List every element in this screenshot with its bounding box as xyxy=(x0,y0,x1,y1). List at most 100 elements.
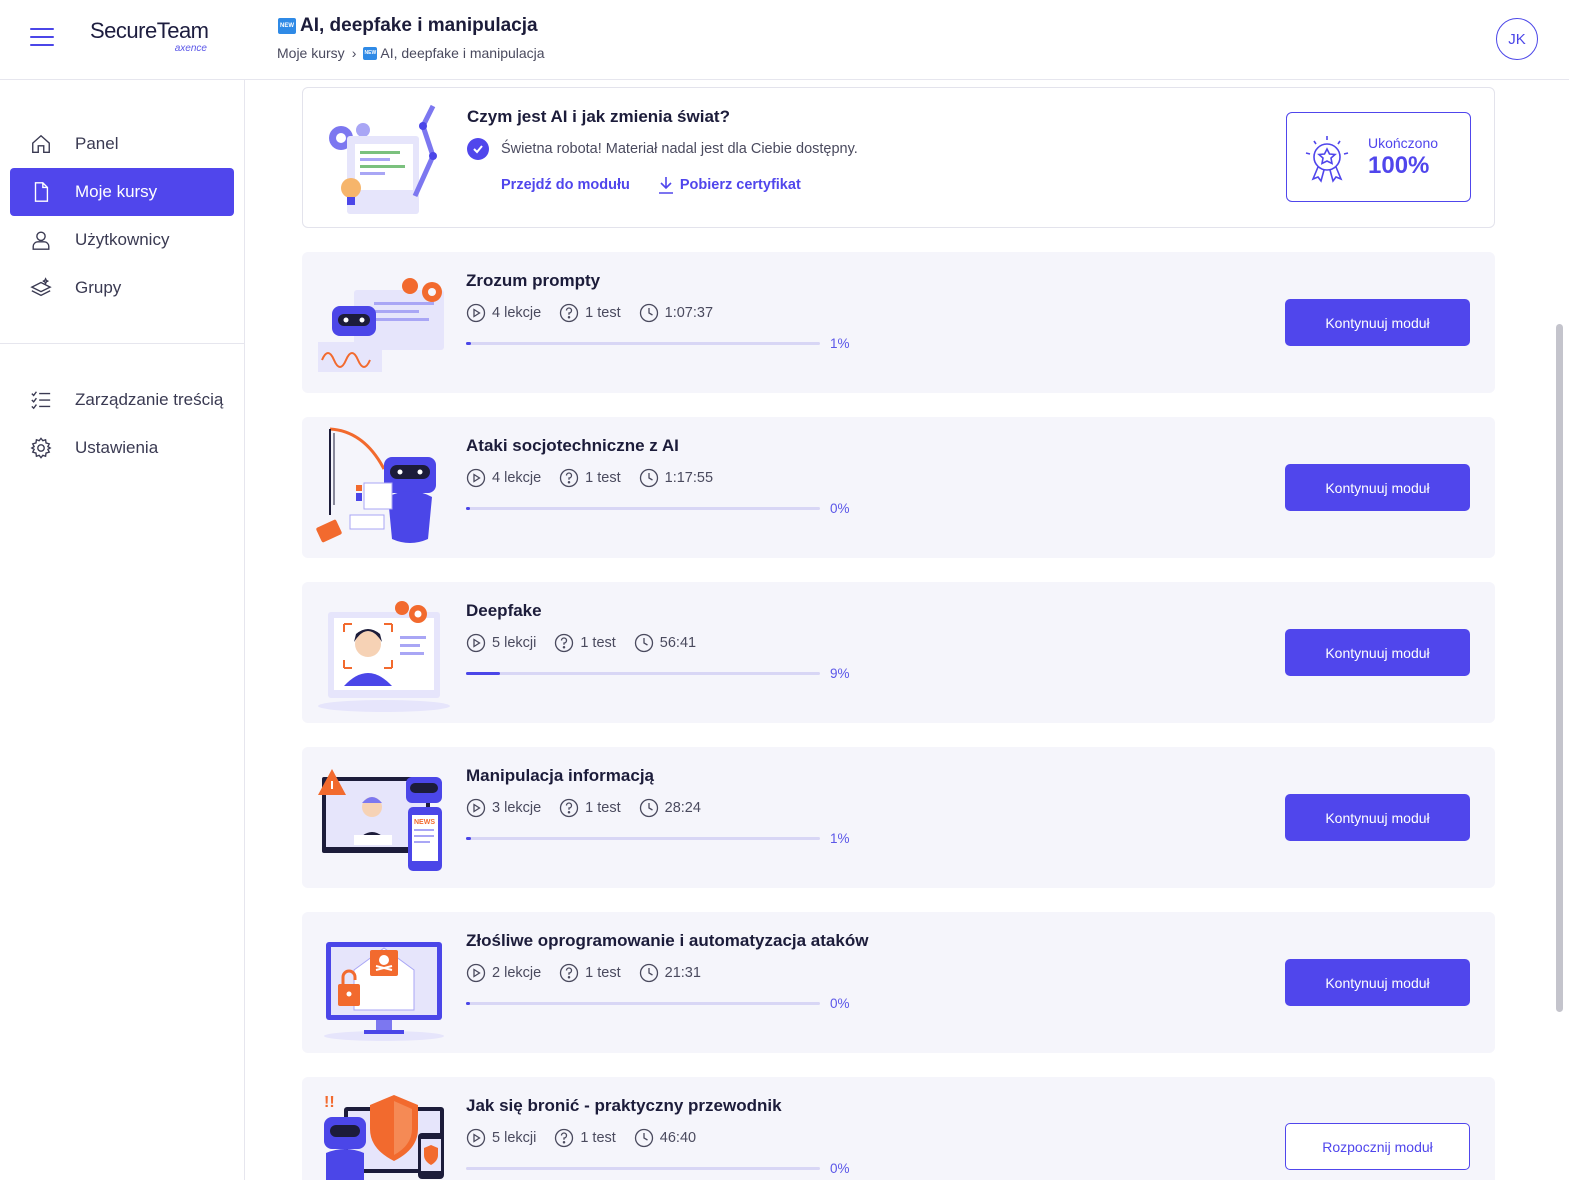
duration-label: 56:41 xyxy=(659,635,697,651)
layers-icon xyxy=(30,277,52,297)
lessons-count: 3 lekcje xyxy=(466,798,541,818)
module-card: Deepfake 5 lekcji 1 test 56:41 9% Kontyn… xyxy=(302,582,1495,723)
download-certificate-label: Pobierz certyfikat xyxy=(679,177,801,193)
logo-sub: axence xyxy=(174,43,207,54)
tests-count: 1 test xyxy=(554,633,616,653)
completed-badge: Ukończono 100% xyxy=(1286,112,1471,202)
hamburger-icon[interactable] xyxy=(30,28,54,48)
continue-module-button[interactable]: Kontynuuj moduł xyxy=(1285,629,1470,676)
start-module-button[interactable]: Rozpocznij moduł xyxy=(1285,1123,1470,1170)
module-title: Jak się bronić - praktyczny przewodnik xyxy=(466,1096,782,1115)
module-card: NEWS Manipulacja informacją 3 lekcje 1 t… xyxy=(302,747,1495,888)
module-meta: 4 lekcje 1 test 1:17:55 xyxy=(466,468,731,488)
lessons-count: 4 lekcje xyxy=(466,468,541,488)
question-circle-icon xyxy=(555,1128,574,1148)
tests-count: 1 test xyxy=(554,1128,616,1148)
progress-label: 9% xyxy=(830,666,850,681)
download-icon xyxy=(658,177,673,194)
play-circle-icon xyxy=(466,963,486,983)
document-icon xyxy=(34,182,49,202)
top-bar: SecureTeam axence NEW AI, deepfake i man… xyxy=(0,0,1569,80)
lessons-count: 5 lekcji xyxy=(466,633,536,653)
play-circle-icon xyxy=(466,303,486,323)
sidebar: Panel Moje kursy Użytkownicy Grupy Zarzą… xyxy=(0,80,245,1180)
completed-label: Ukończono xyxy=(1368,135,1439,151)
scrollbar[interactable] xyxy=(1556,324,1563,1012)
sidebar-item-content-management[interactable]: Zarządzanie treścią xyxy=(10,376,234,424)
go-to-module-link[interactable]: Przejdź do modułu xyxy=(501,176,630,194)
continue-module-button[interactable]: Kontynuuj moduł xyxy=(1285,794,1470,841)
module-title: Czym jest AI i jak zmienia świat? xyxy=(467,107,730,126)
lessons-label: 3 lekcje xyxy=(492,800,542,816)
question-circle-icon xyxy=(560,303,579,323)
avatar[interactable]: JK xyxy=(1496,18,1538,60)
progress-fill xyxy=(466,1002,470,1005)
breadcrumb-current-text: AI, deepfake i manipulacja xyxy=(380,45,545,61)
sidebar-item-settings[interactable]: Ustawienia xyxy=(10,424,234,472)
sidebar-item-label: Użytkownicy xyxy=(75,230,170,249)
svg-text:!!: !! xyxy=(324,1094,335,1111)
module-card: Ataki socjotechniczne z AI 4 lekcje 1 te… xyxy=(302,417,1495,558)
robot-prompt-illustration xyxy=(318,278,444,372)
duration-label: 21:31 xyxy=(664,965,701,981)
completed-status-text: Świetna robota! Materiał nadal jest dla … xyxy=(501,141,858,157)
progress-bar xyxy=(466,837,820,840)
progress-fill xyxy=(466,672,500,675)
logo-main: SecureTeam xyxy=(90,18,209,43)
clock-icon xyxy=(639,963,658,983)
breadcrumb-root[interactable]: Moje kursy xyxy=(277,45,345,61)
lessons-count: 2 lekcje xyxy=(466,963,541,983)
clock-icon xyxy=(639,468,658,488)
sidebar-item-panel[interactable]: Panel xyxy=(10,120,234,168)
question-circle-icon xyxy=(560,963,579,983)
new-badge-icon: NEW xyxy=(363,46,378,60)
clock-icon xyxy=(634,633,653,653)
continue-module-button[interactable]: Kontynuuj moduł xyxy=(1285,299,1470,346)
checklist-icon xyxy=(31,391,51,410)
sidebar-item-groups[interactable]: Grupy xyxy=(10,264,234,312)
sidebar-item-label: Moje kursy xyxy=(75,182,158,201)
new-badge-icon: NEW xyxy=(278,18,296,34)
page-title-text: AI, deepfake i manipulacja xyxy=(300,15,538,36)
breadcrumb-separator: › xyxy=(351,45,357,61)
continue-module-button[interactable]: Kontynuuj moduł xyxy=(1285,959,1470,1006)
continue-module-button[interactable]: Kontynuuj moduł xyxy=(1285,464,1470,511)
lessons-label: 4 lekcje xyxy=(492,305,542,321)
sidebar-item-label: Panel xyxy=(75,134,119,153)
progress-bar xyxy=(466,342,820,345)
ai-world-illustration xyxy=(329,104,437,214)
duration-label: 28:24 xyxy=(664,800,701,816)
shield-robot-illustration: !! xyxy=(324,1094,444,1180)
face-scan-illustration xyxy=(318,601,450,712)
duration: 21:31 xyxy=(639,963,701,983)
sidebar-item-label: Ustawienia xyxy=(75,438,159,457)
sidebar-item-users[interactable]: Użytkownicy xyxy=(10,216,234,264)
progress-label: 0% xyxy=(830,996,850,1011)
module-title: Złośliwe oprogramowanie i automatyzacja … xyxy=(466,931,869,950)
lessons-count: 5 lekcji xyxy=(466,1128,536,1148)
tests-count: 1 test xyxy=(559,468,621,488)
progress-label: 1% xyxy=(830,831,850,846)
tests-label: 1 test xyxy=(580,1130,616,1146)
check-icon xyxy=(467,138,489,160)
svg-text:NEWS: NEWS xyxy=(414,819,435,826)
module-meta: 3 lekcje 1 test 28:24 xyxy=(466,798,719,818)
tests-count: 1 test xyxy=(559,303,621,323)
download-certificate-link[interactable]: Pobierz certyfikat xyxy=(658,176,801,194)
home-icon xyxy=(32,134,50,153)
gear-icon xyxy=(30,437,52,459)
module-title: Deepfake xyxy=(466,601,542,620)
completed-value: 100% xyxy=(1368,152,1430,179)
duration: 1:17:55 xyxy=(639,468,713,488)
progress-bar xyxy=(466,1167,820,1170)
logo[interactable]: SecureTeam axence xyxy=(90,18,215,54)
clock-icon xyxy=(634,1128,653,1148)
tests-label: 1 test xyxy=(580,635,616,651)
module-card-completed: Czym jest AI i jak zmienia świat? Świetn… xyxy=(302,87,1495,228)
module-card: Złośliwe oprogramowanie i automatyzacja … xyxy=(302,912,1495,1053)
question-circle-icon xyxy=(560,798,579,818)
sidebar-item-my-courses[interactable]: Moje kursy xyxy=(10,168,234,216)
sidebar-divider xyxy=(0,343,244,344)
duration: 56:41 xyxy=(634,633,696,653)
malware-monitor-illustration xyxy=(324,942,444,1041)
